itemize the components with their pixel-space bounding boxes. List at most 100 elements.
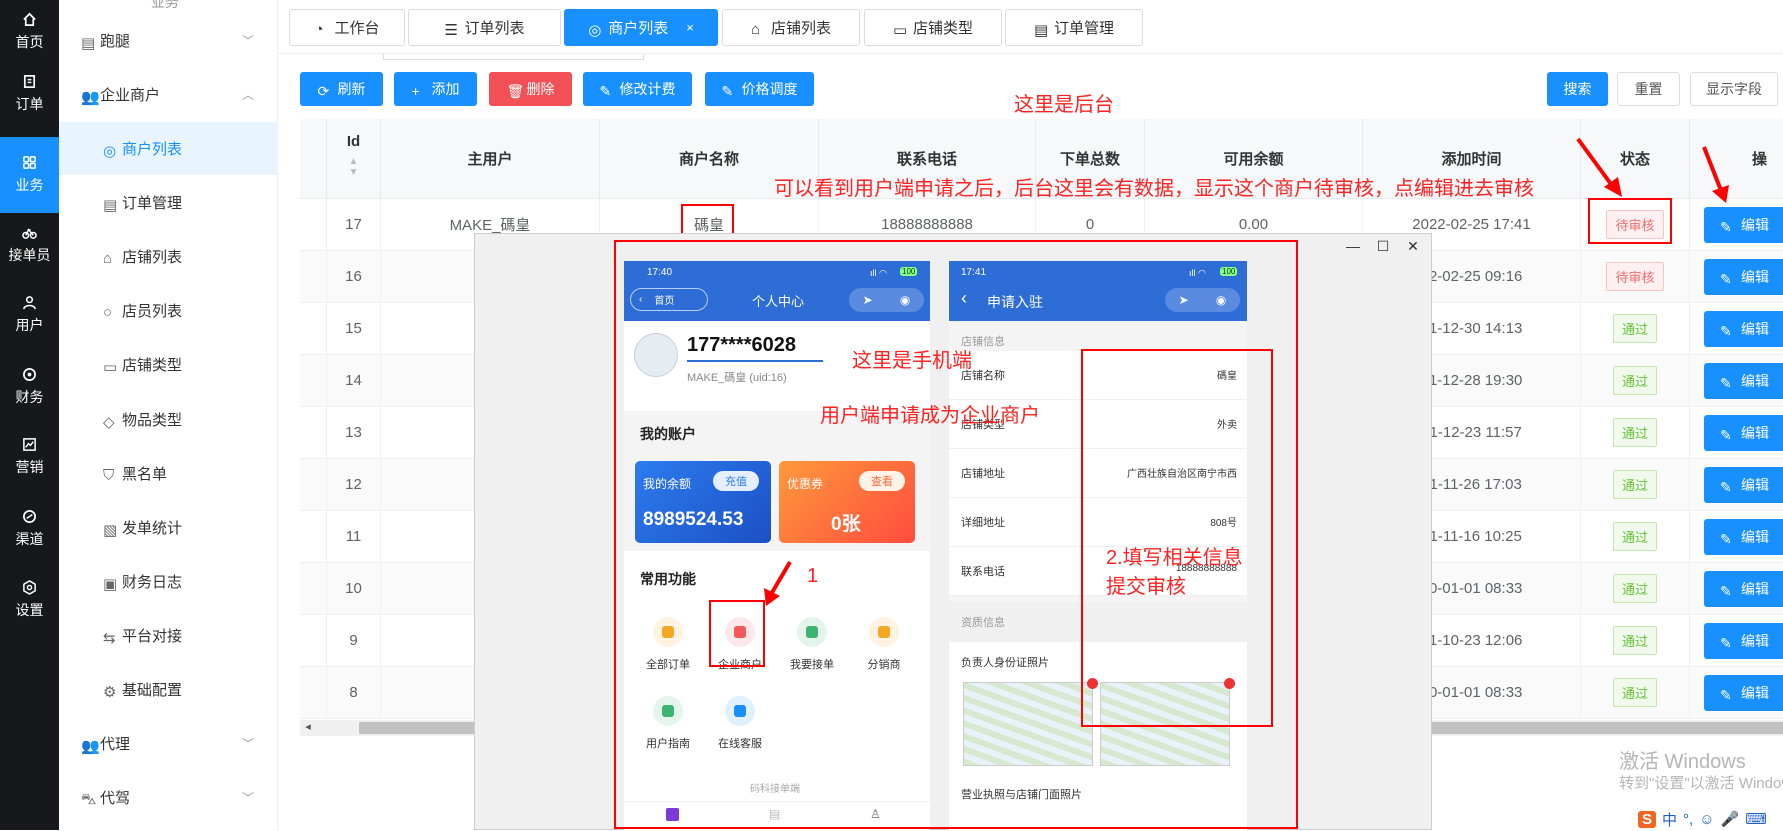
sidebar-item-finance-log[interactable]: ▣ 财务日志 (59, 555, 278, 607)
maximize-icon[interactable]: ☐ (1373, 236, 1393, 256)
rail-item-settings[interactable]: 设置 (0, 568, 59, 632)
select-all-header[interactable] (300, 119, 327, 199)
sidebar-group-driver[interactable]: ⛍ 代驾 ﹀ (59, 771, 278, 823)
pencil-icon: ✎ (1720, 375, 1732, 391)
sidebar-item-store-type[interactable]: ▭ 店铺类型 (59, 338, 278, 390)
row-checkbox[interactable] (300, 407, 327, 459)
edit-button[interactable]: ✎ 编辑 (1704, 570, 1783, 607)
row-checkbox[interactable] (300, 199, 327, 251)
tab-order-manage[interactable]: ▤ 订单管理 (1005, 9, 1143, 46)
windows-activation-title: 激活 Windows (1619, 751, 1746, 773)
sidebar-group-errand[interactable]: ▤ 跑腿 ﹀ (59, 14, 278, 66)
status-badge: 通过 (1612, 314, 1657, 343)
sidebar-group-agent[interactable]: 👥 代理 ﹀ (59, 717, 278, 769)
chevron-up-icon: ︿ (241, 87, 254, 102)
tab-store-type[interactable]: ▭ 店铺类型 (864, 9, 1002, 46)
punctuation-icon[interactable]: °, (1683, 811, 1693, 828)
ime-lang[interactable]: 中 (1662, 809, 1677, 830)
table-cell-id: 8 (327, 667, 381, 719)
sidebar-item-blacklist[interactable]: ⛉ 黑名单 (59, 447, 278, 499)
add-button[interactable]: + 添加 (394, 72, 477, 106)
row-checkbox[interactable] (300, 303, 327, 355)
row-checkbox[interactable] (300, 355, 327, 407)
minimize-icon[interactable]: — (1343, 236, 1363, 256)
table-cell-status: 通过 (1581, 563, 1690, 615)
delete-button[interactable]: 🗑 删除 (489, 72, 572, 106)
annotation-mobile: 这里是手机端 (852, 350, 972, 372)
keyboard-icon[interactable]: ⌨ (1745, 810, 1767, 828)
sidebar-item-label: 物品类型 (122, 411, 183, 429)
sidebar-item-order-manage[interactable]: ▤ 订单管理 (59, 176, 278, 228)
sidebar-item-platform-link[interactable]: ⇆ 平台对接 (59, 609, 278, 661)
edit-button[interactable]: ✎ 编辑 (1704, 622, 1783, 659)
rail-item-user[interactable]: 用户 (0, 283, 59, 347)
pencil-icon: ✎ (1720, 583, 1732, 599)
store-icon: ⌂ (103, 249, 113, 267)
edit-button[interactable]: ✎ 编辑 (1704, 466, 1783, 503)
table-cell-status: 待审核 (1581, 251, 1690, 303)
button-label: 价格调度 (741, 81, 798, 97)
edit-label: 编辑 (1741, 268, 1769, 285)
sidebar-item-order-stats[interactable]: ▧ 发单统计 (59, 501, 278, 553)
scroll-left-icon[interactable]: ◂ (300, 720, 316, 736)
sidebar-item-label: 财务日志 (122, 573, 183, 591)
sidebar-item-store-list[interactable]: ⌂ 店铺列表 (59, 230, 278, 282)
tab-store-list[interactable]: ⌂ 店铺列表 (722, 9, 860, 46)
edit-button[interactable]: ✎ 编辑 (1704, 518, 1783, 555)
ime-toolbar[interactable]: S 中 °, ☺ 🎤 ⌨ (1638, 808, 1783, 830)
rail-item-home[interactable]: 首页 (0, 0, 59, 64)
rail-item-rider[interactable]: 接单员 (0, 213, 59, 277)
show-fields-button[interactable]: 显示字段 (1690, 72, 1778, 106)
sidebar-item-staff-list[interactable]: ○ 店员列表 (59, 284, 278, 336)
sidebar-group-merchant[interactable]: 👥 企业商户 ︿ (59, 68, 278, 120)
row-checkbox[interactable] (300, 615, 327, 667)
edit-button[interactable]: ✎ 编辑 (1704, 414, 1783, 451)
table-cell-status: 通过 (1581, 511, 1690, 563)
rail-item-marketing[interactable]: 营销 (0, 425, 59, 489)
button-label: 显示字段 (1706, 81, 1762, 97)
emoji-icon[interactable]: ☺ (1699, 811, 1714, 828)
mic-icon[interactable]: 🎤 (1721, 810, 1740, 828)
row-checkbox[interactable] (300, 251, 327, 303)
coin-icon (23, 368, 36, 381)
button-label: 重置 (1634, 81, 1663, 97)
edit-button[interactable]: ✎ 编辑 (1704, 674, 1783, 711)
rail-item-order[interactable]: 订单 (0, 62, 59, 126)
tab-order-list[interactable]: ☰ 订单列表 (408, 9, 561, 46)
close-icon[interactable]: ✕ (1403, 236, 1423, 256)
pencil-icon: ✎ (1720, 479, 1732, 495)
price-adjust-button[interactable]: ✎ 价格调度 (705, 72, 814, 106)
ime-logo-icon[interactable]: S (1638, 810, 1657, 828)
tab-workbench[interactable]: ◔ 工作台 (289, 9, 405, 46)
row-checkbox[interactable] (300, 459, 327, 511)
search-button[interactable]: 搜索 (1547, 72, 1608, 106)
edit-fee-button[interactable]: ✎ 修改计费 (583, 72, 692, 106)
pencil-icon: ✎ (1720, 219, 1732, 235)
document-icon: ▤ (1033, 22, 1049, 39)
plus-icon: + (411, 83, 420, 99)
row-checkbox[interactable] (300, 667, 327, 719)
close-icon[interactable]: × (686, 20, 694, 35)
refresh-button[interactable]: ⟳ 刷新 (300, 72, 383, 106)
rail-item-channel[interactable]: 渠道 (0, 497, 59, 561)
table-cell-action: ✎ 编辑 (1690, 303, 1783, 355)
channel-icon (23, 510, 36, 523)
sidebar-item-base-config[interactable]: ⚙ 基础配置 (59, 663, 278, 715)
edit-button[interactable]: ✎ 编辑 (1704, 362, 1783, 399)
edit-button[interactable]: ✎ 编辑 (1704, 206, 1783, 243)
collapsed-search-input[interactable] (383, 54, 644, 60)
reset-button[interactable]: 重置 (1617, 72, 1680, 106)
column-header-id[interactable]: Id ▲ ▼ (327, 119, 381, 199)
sort-icon[interactable]: ▲ ▼ (349, 156, 359, 178)
tab-label: 店铺列表 (770, 20, 831, 37)
row-checkbox[interactable] (300, 511, 327, 563)
rail-item-business[interactable]: 业务 (0, 137, 59, 213)
edit-button[interactable]: ✎ 编辑 (1704, 310, 1783, 347)
status-badge: 通过 (1612, 522, 1657, 551)
edit-button[interactable]: ✎ 编辑 (1704, 258, 1783, 295)
tab-merchant-list[interactable]: ◎ 商户列表 × (564, 9, 718, 46)
sidebar-item-goods-type[interactable]: ◇ 物品类型 (59, 393, 278, 445)
rail-item-finance[interactable]: 财务 (0, 355, 59, 419)
row-checkbox[interactable] (300, 563, 327, 615)
sidebar-item-merchant-list[interactable]: ◎ 商户列表 (59, 122, 278, 175)
